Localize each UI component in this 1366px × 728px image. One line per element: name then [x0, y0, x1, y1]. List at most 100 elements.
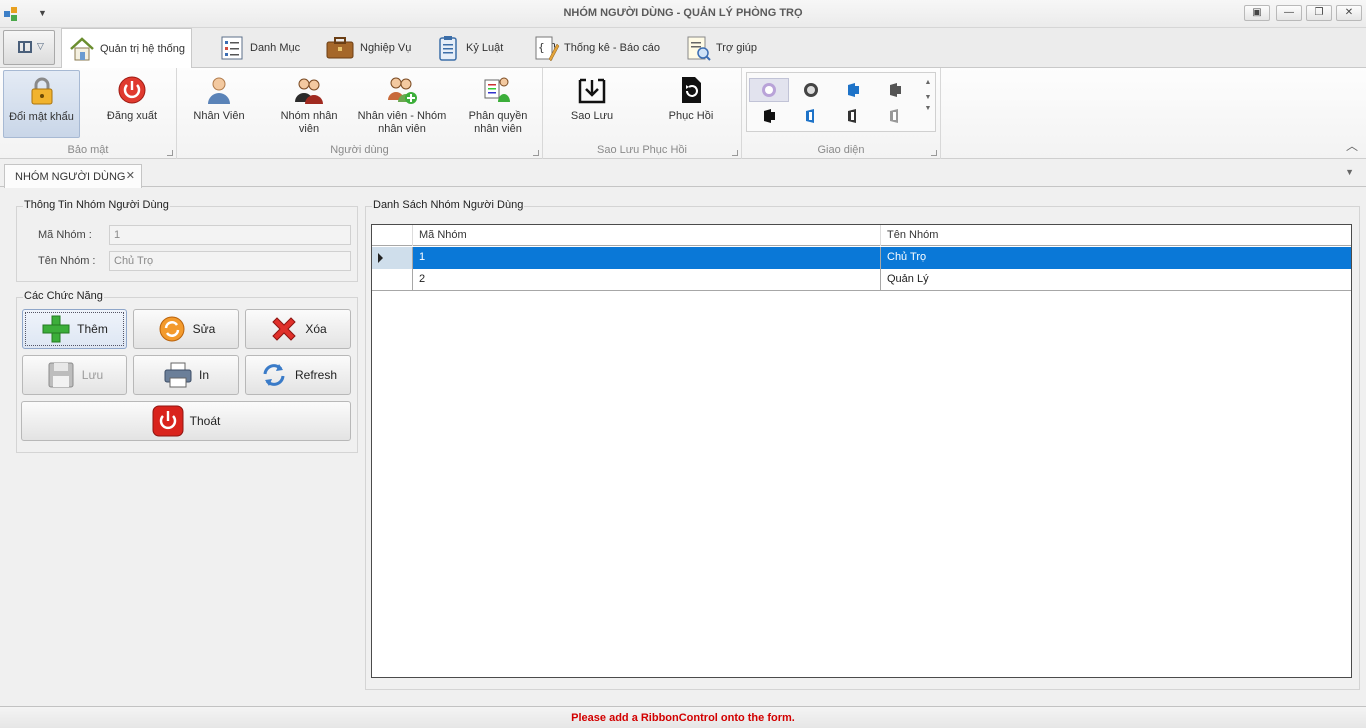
application-menu-button[interactable]: ▽: [3, 30, 55, 65]
cell-ten-nhom[interactable]: Quản Lý: [881, 269, 1351, 291]
logout-button[interactable]: Đăng xuất: [92, 70, 172, 138]
employee-group-button[interactable]: Nhóm nhân viên: [269, 70, 349, 138]
tab-list-dropdown-icon[interactable]: ▼: [1345, 167, 1354, 177]
skin-item[interactable]: [791, 104, 831, 128]
scroll-up-icon[interactable]: ▲: [922, 79, 934, 86]
tab-nghiep-vu[interactable]: Nghiệp Vụ: [318, 28, 417, 68]
table-row[interactable]: 2 Quản Lý: [372, 269, 1351, 291]
exit-button[interactable]: Thoát: [21, 401, 351, 441]
tab-tro-giup[interactable]: Trợ giúp: [678, 28, 763, 68]
ribbon-button-label: Nhân viên - Nhóm nhân viên: [357, 110, 447, 135]
cell-ten-nhom[interactable]: Chủ Trọ: [881, 247, 1351, 269]
save-button[interactable]: Lưu: [22, 355, 127, 395]
download-box-icon: [578, 78, 606, 104]
tab-label: Thống kê - Báo cáo: [564, 42, 661, 54]
gallery-expand-icon[interactable]: ▼: [922, 105, 934, 112]
table-row[interactable]: 1 Chủ Trọ: [372, 247, 1351, 269]
ribbon-group-label: Sao Lưu Phục Hồi: [597, 144, 687, 156]
employee-to-group-button[interactable]: Nhân viên - Nhóm nhân viên: [357, 70, 447, 138]
skin-item[interactable]: [875, 104, 915, 128]
refresh-orange-icon: [159, 316, 185, 342]
skin-item[interactable]: [749, 104, 789, 128]
refresh-button[interactable]: Refresh: [245, 355, 351, 395]
ribbon-collapse-icon[interactable]: ︿: [1346, 137, 1358, 154]
ribbon-button-label: Sao Lưu: [570, 110, 614, 122]
tab-ky-luat[interactable]: Kỷ Luật: [428, 28, 509, 68]
office-dark-icon: [848, 109, 856, 123]
employee-button[interactable]: Nhân Viên: [183, 70, 255, 138]
refresh-icon: [263, 364, 285, 386]
vs-icon: [762, 83, 776, 97]
row-header[interactable]: [372, 269, 413, 291]
skin-item[interactable]: [833, 104, 873, 128]
add-button[interactable]: Thêm: [22, 309, 127, 349]
window-close-button[interactable]: ✕: [1336, 5, 1362, 21]
window-minimize-button[interactable]: —: [1276, 5, 1302, 21]
document-tab-label: NHÓM NGƯỜI DÙNG: [15, 171, 126, 183]
edit-button-label: Sửa: [192, 322, 216, 336]
ribbon-tab-row: ▽ Quản trị hệ thống Danh Mục Nghiệp Vụ K…: [0, 28, 1366, 69]
vs-dark-icon: [804, 83, 818, 97]
document-tab-nhom-nguoi-dung[interactable]: NHÓM NGƯỜI DÙNG ✕: [4, 164, 142, 188]
change-password-button[interactable]: Đổi mật khẩu: [3, 70, 80, 138]
close-icon[interactable]: ✕: [126, 169, 135, 182]
delete-button[interactable]: Xóa: [245, 309, 351, 349]
ten-nhom-field[interactable]: Chủ Trọ: [109, 251, 351, 271]
scroll-down-icon[interactable]: ▼: [922, 94, 934, 101]
restore-button[interactable]: Phục Hồi: [653, 70, 729, 138]
permission-icon: [484, 77, 510, 102]
cell-ma-nhom[interactable]: 1: [413, 247, 881, 269]
tab-quan-tri-he-thong[interactable]: Quản trị hệ thống: [61, 28, 193, 69]
gallery-scroll[interactable]: ▲ ▼ ▼: [922, 73, 934, 131]
skin-item[interactable]: [875, 78, 915, 102]
ma-nhom-label: Mã Nhóm :: [38, 229, 92, 241]
backup-button[interactable]: Sao Lưu: [557, 70, 627, 138]
office-blue-icon: [806, 109, 814, 123]
floppy-disk-icon: [48, 362, 74, 388]
column-header-ten-nhom[interactable]: Tên Nhóm: [881, 225, 1351, 246]
exit-button-label: Thoát: [189, 414, 221, 428]
edit-button[interactable]: Sửa: [133, 309, 239, 349]
skin-item[interactable]: [791, 78, 831, 102]
refresh-button-label: Refresh: [294, 368, 338, 382]
dialog-launcher-icon[interactable]: [167, 150, 173, 156]
employee-permission-button[interactable]: Phân quyền nhân viên: [457, 70, 539, 138]
dialog-launcher-icon[interactable]: [533, 150, 539, 156]
ribbon-button-label: Nhóm nhân viên: [280, 110, 338, 135]
delete-button-label: Xóa: [305, 322, 327, 336]
groupbox-title: Danh Sách Nhóm Người Dùng: [372, 199, 525, 211]
skin-item[interactable]: [749, 78, 789, 102]
application-menu-icon: [18, 41, 32, 53]
dialog-launcher-icon[interactable]: [931, 150, 937, 156]
chevron-down-icon: ▽: [37, 41, 44, 51]
window-title-separator: -: [673, 7, 684, 19]
ten-nhom-label: Tên Nhóm :: [38, 255, 96, 267]
ribbon-button-label: Phục Hồi: [668, 110, 714, 122]
grid-header: Mã Nhóm Tên Nhóm: [372, 225, 1351, 246]
power-icon: [152, 405, 184, 437]
padlock-icon: [31, 77, 52, 105]
ma-nhom-field[interactable]: 1: [109, 225, 351, 245]
grid-corner-cell[interactable]: [372, 225, 413, 246]
list-icon: [221, 36, 243, 60]
groupbox-title: Các Chức Năng: [23, 290, 104, 302]
user-group-grid[interactable]: Mã Nhóm Tên Nhóm 1 Chủ Trọ 2 Quản Lý: [371, 224, 1352, 678]
skin-item[interactable]: [833, 78, 873, 102]
groupbox-title: Thông Tin Nhóm Người Dùng: [23, 199, 170, 211]
window-restore-ribbon-button[interactable]: ▣: [1244, 5, 1270, 21]
ribbon-group-label: Người dùng: [330, 144, 389, 156]
cell-ma-nhom[interactable]: 2: [413, 269, 881, 291]
tab-label: Danh Mục: [250, 42, 301, 54]
ribbon-button-label: Đổi mật khẩu: [9, 111, 74, 123]
tab-label: Trợ giúp: [716, 42, 758, 54]
ribbon-group-bao-mat: Đổi mật khẩu Đăng xuất Bảo mật: [0, 68, 177, 159]
row-header[interactable]: [372, 247, 413, 269]
tab-thong-ke-bao-cao[interactable]: { } Thống kê - Báo cáo: [526, 28, 666, 68]
print-button[interactable]: In: [133, 355, 239, 395]
office2016-gray-icon: [890, 83, 901, 97]
column-header-ma-nhom[interactable]: Mã Nhóm: [413, 225, 881, 246]
user-group-icon: [295, 78, 323, 104]
window-maximize-button[interactable]: ❐: [1306, 5, 1332, 21]
dialog-launcher-icon[interactable]: [732, 150, 738, 156]
tab-danh-muc[interactable]: Danh Mục: [212, 28, 306, 68]
